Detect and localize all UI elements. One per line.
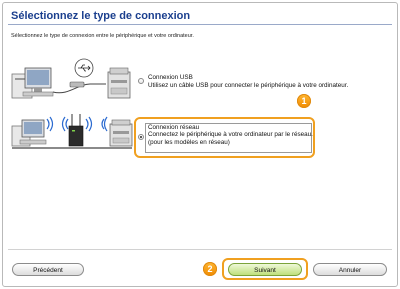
usb-connection-label: Connexion USB: [148, 74, 193, 81]
computer-icon: [11, 67, 54, 99]
previous-button[interactable]: Précédent: [12, 263, 84, 276]
next-button[interactable]: Suivant: [228, 263, 302, 276]
cancel-button[interactable]: Annuler: [313, 263, 387, 276]
usb-connection-radio[interactable]: [138, 78, 144, 84]
network-connection-description: Connectez le périphérique à votre ordina…: [148, 131, 313, 138]
title-divider: [8, 24, 392, 25]
page-title: Sélectionnez le type de connexion: [11, 10, 191, 22]
printer-icon: [107, 67, 131, 99]
step-2-badge: 2: [203, 262, 217, 276]
printer-icon: [109, 119, 133, 147]
page-subtitle: Sélectionnez le type de connexion entre …: [11, 33, 194, 39]
network-connection-note: (pour les modèles en réseau): [148, 139, 230, 146]
network-connection-illustration: [11, 114, 133, 149]
step-1-badge: 1: [297, 94, 311, 108]
footer-divider: [8, 249, 392, 250]
usb-connection-description: Utilisez un câble USB pour connecter le …: [148, 82, 349, 89]
computer-icon: [11, 119, 47, 147]
usb-connection-illustration: [11, 58, 131, 99]
usb-icon: [74, 58, 94, 78]
router-icon: [68, 114, 84, 147]
network-connection-radio[interactable]: [138, 134, 144, 140]
